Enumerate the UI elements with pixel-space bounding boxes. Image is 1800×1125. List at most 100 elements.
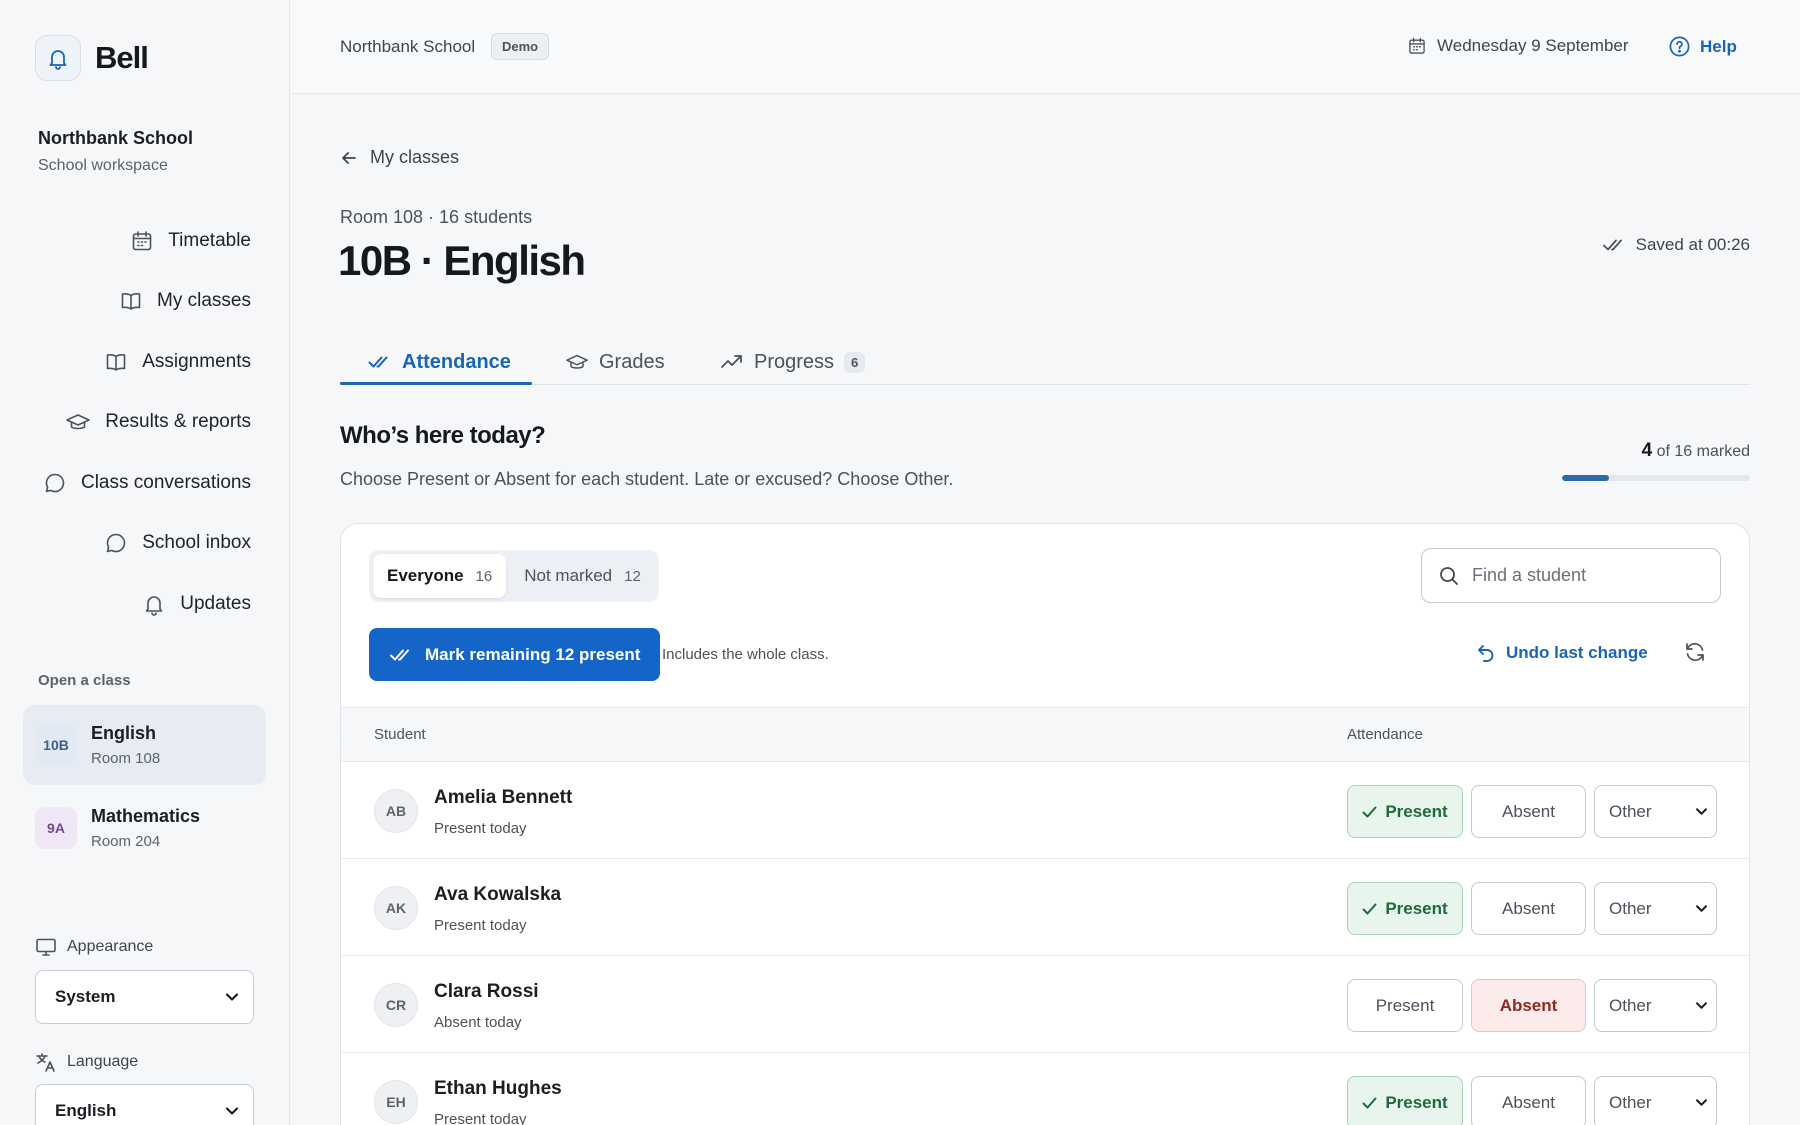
tab-grades[interactable]: Grades [565,340,665,384]
class-item-english[interactable]: 10B English Room 108 [23,705,266,785]
help-circle-icon [1669,36,1690,57]
table-row: EH Ethan Hughes Present today Present Ab… [341,1053,1749,1125]
chat-bubble-icon [45,473,65,493]
student-name: Clara Rossi [434,981,539,1002]
attendance-card: Everyone 16 Not marked 12 Mark remaining… [340,523,1750,1125]
class-name: Mathematics [91,806,201,826]
trending-up-icon [721,355,742,368]
nav-item-assignments[interactable]: Assignments [104,350,251,374]
absent-button[interactable]: Absent [1471,882,1586,935]
table-row: AK Ava Kowalska Present today Present Ab… [341,859,1749,956]
absent-button[interactable]: Absent [1471,979,1586,1032]
save-status: Saved at 00:26 [1602,235,1750,255]
primary-action-note: Includes the whole class. [662,646,829,663]
chat-bubble-icon [106,533,126,553]
marked-suffix: of 16 marked [1656,443,1750,460]
double-check-icon [390,649,409,660]
nav-item-results-reports[interactable]: Results & reports [65,410,251,434]
nav-item-timetable[interactable]: Timetable [130,229,251,253]
marked-count: 4 [1641,440,1653,461]
back-link[interactable]: My classes [340,147,459,168]
double-check-icon [1602,239,1622,251]
nav-label: Assignments [142,351,251,372]
filter-count: 16 [475,567,493,585]
filter-everyone[interactable]: Everyone 16 [373,554,507,598]
class-badge: 9A [35,807,77,849]
tab-count-badge: 6 [844,351,866,373]
nav-item-my-classes[interactable]: My classes [119,289,251,313]
appearance-select[interactable]: System [35,970,254,1024]
nav-label: Timetable [168,230,251,251]
appearance-value: System [55,987,116,1006]
nav-item-school-inbox[interactable]: School inbox [104,531,251,555]
arrow-left-icon [342,151,356,164]
student-status: Absent today [434,1014,522,1031]
present-button[interactable]: Present [1347,785,1463,838]
section-heading: Who’s here today? [340,422,546,449]
class-item-mathematics[interactable]: 9A Mathematics Room 204 [23,788,266,868]
chevron-down-icon [1696,1099,1707,1106]
student-name: Amelia Bennett [434,787,573,808]
check-icon [1362,903,1377,914]
topbar-date: Wednesday 9 September [1407,36,1629,56]
filter-not-marked[interactable]: Not marked 12 [510,554,655,598]
graduation-cap-icon [66,414,91,430]
avatar: CR [374,983,418,1027]
student-search[interactable] [1421,548,1721,603]
nav-item-class-conversations[interactable]: Class conversations [43,471,251,495]
tab-attendance[interactable]: Attendance [367,340,511,384]
absent-button[interactable]: Absent [1471,785,1586,838]
calendar-icon [1409,37,1425,54]
bell-icon [145,596,163,616]
avatar: AK [374,886,418,930]
other-select[interactable]: Other [1594,979,1717,1032]
nav-label: My classes [157,290,251,311]
filter-count: 12 [624,567,641,585]
chevron-down-icon [225,993,239,1001]
column-header-student: Student [374,726,426,743]
graduation-cap-icon [566,354,588,369]
marked-counter: 4 of 16 marked [1642,440,1750,462]
mark-remaining-present-button[interactable]: Mark remaining 12 present [369,628,661,681]
help-link[interactable]: Help [1668,35,1737,58]
double-check-icon [368,356,388,368]
refresh-icon [1686,643,1704,661]
tab-progress[interactable]: Progress 6 [720,340,866,384]
workspace-info: Northbank School School workspace [38,128,193,175]
class-meta: Room 108 · 16 students [340,207,533,227]
class-badge: 10B [35,724,77,766]
present-button[interactable]: Present [1347,1076,1463,1125]
demo-badge: Demo [491,33,550,60]
chevron-down-icon [1696,1002,1707,1009]
student-name: Ethan Hughes [434,1078,562,1099]
language-select[interactable]: English [35,1084,254,1125]
top-bar: Northbank School Demo Wednesday 9 Septem… [291,0,1800,94]
other-select[interactable]: Other [1594,785,1717,838]
nav-label: School inbox [142,532,251,553]
chevron-down-icon [1696,905,1707,912]
table-row: CR Clara Rossi Absent today Present Abse… [341,956,1749,1053]
student-status: Present today [434,917,527,934]
nav-label: Class conversations [80,472,251,493]
other-select[interactable]: Other [1594,1076,1717,1125]
workspace-type: School workspace [38,157,168,174]
topbar-school-name: Northbank School [340,37,476,56]
search-icon [1440,566,1458,585]
column-header-attendance: Attendance [1347,726,1423,743]
book-icon [121,293,141,310]
undo-icon [1478,645,1494,662]
absent-button[interactable]: Absent [1471,1076,1586,1125]
class-room: Room 108 [91,750,161,767]
undo-button[interactable]: Undo last change [1476,643,1648,663]
language-value: English [55,1101,117,1120]
present-button[interactable]: Present [1347,882,1463,935]
sidebar: Bell Northbank School School workspace T… [0,0,290,1125]
nav-item-updates[interactable]: Updates [142,592,251,616]
present-button[interactable]: Present [1347,979,1463,1032]
class-room: Room 204 [91,833,161,850]
calendar-icon [132,231,152,251]
app-logo[interactable]: Bell [35,35,149,81]
student-search-input[interactable] [1472,565,1692,586]
refresh-button[interactable] [1683,640,1707,669]
other-select[interactable]: Other [1594,882,1717,935]
